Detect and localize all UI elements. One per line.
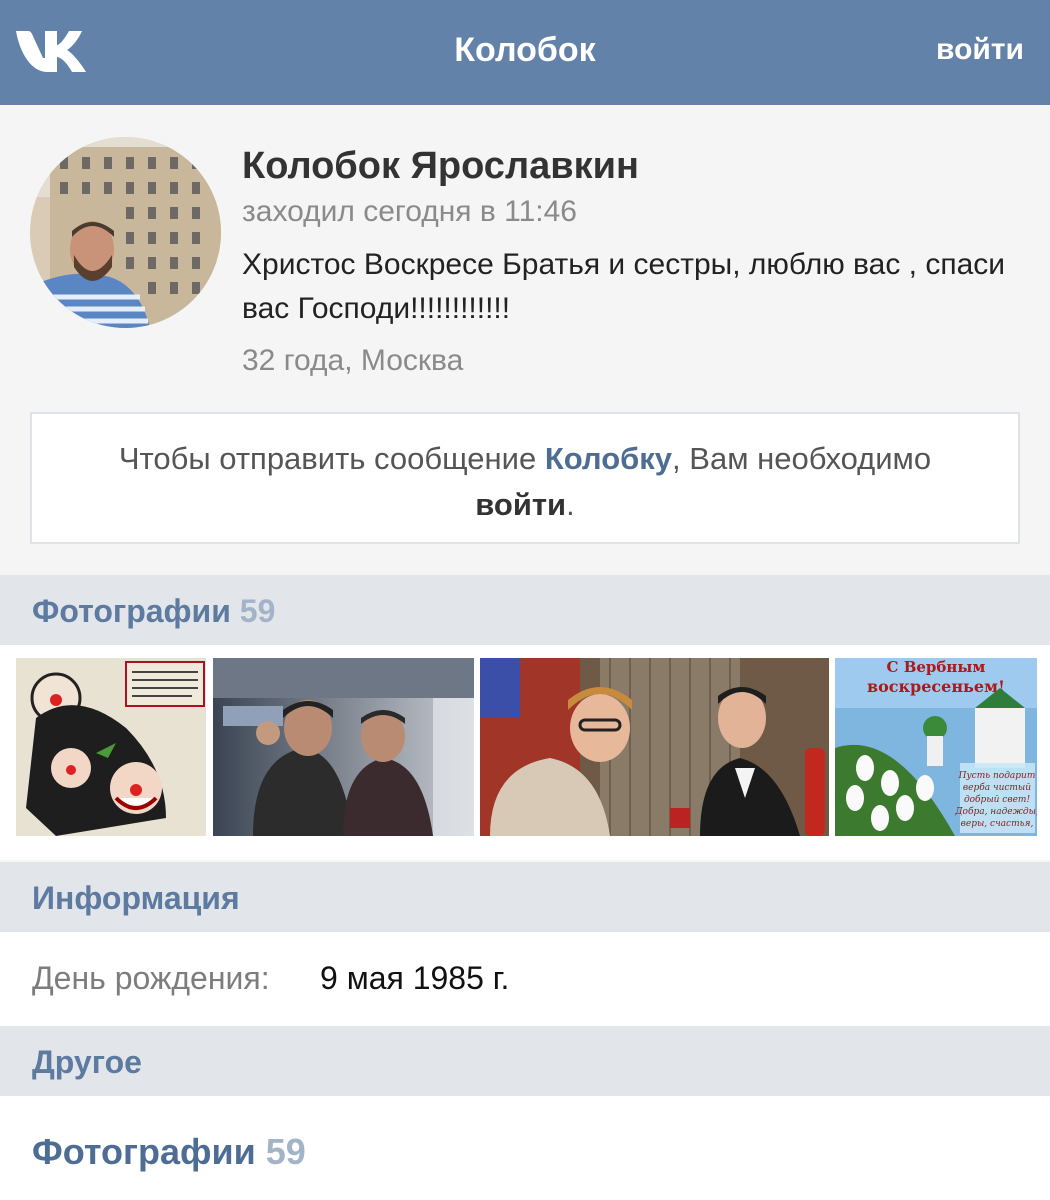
profile-status-text: Христос Воскресе Братья и сестры, люблю … <box>242 248 1006 325</box>
avatar[interactable] <box>30 137 221 328</box>
photos-title: Фотографии <box>32 593 231 629</box>
greeting-line: Пусть подарит <box>958 771 1036 781</box>
info-section-header: Информация <box>0 862 1050 932</box>
login-button[interactable]: войти <box>936 30 1024 70</box>
section-title: Фотографии 59 <box>32 591 275 631</box>
svg-text:С Вербным: С Вербным <box>887 658 986 676</box>
notice-text: , Вам необходимо <box>672 441 932 476</box>
login-to-message-notice: Чтобы отправить сообщение Колобку, Вам н… <box>30 412 1020 544</box>
birthday-row: День рождения: 9 мая 1985 г. <box>0 932 1050 1026</box>
page-title: Колобок <box>454 31 596 69</box>
section-title: Информация <box>32 880 240 916</box>
profile-name: Колобок Ярославкин <box>242 145 639 187</box>
greeting-line: веры, счастья, <box>961 819 1034 829</box>
other-photos-label[interactable]: Фотографии 59 <box>32 1130 306 1174</box>
notice-text: Чтобы отправить сообщение <box>118 441 545 476</box>
photo-thumbnail[interactable] <box>16 658 206 836</box>
svg-text:воскресеньем!: воскресеньем! <box>867 677 1005 696</box>
recipient-name-link[interactable]: Колобку <box>545 441 672 476</box>
other-photos-title: Фотографии <box>32 1131 256 1172</box>
greeting-line: Добра, надежды, <box>954 806 1037 817</box>
other-photos-count: 59 <box>265 1131 306 1172</box>
top-navigation-bar: Колобок войти <box>0 0 1050 105</box>
age-city: 32 года, Москва <box>242 344 464 377</box>
photos-section-header[interactable]: Фотографии 59 <box>0 575 1050 645</box>
notice-text: . <box>566 487 575 522</box>
last-seen-status: заходил сегодня в 11:46 <box>242 195 577 228</box>
photo-thumbnail[interactable] <box>213 658 474 836</box>
photo-thumbnail[interactable]: С Вербным воскресеньем! Пусть подарит ве… <box>835 658 1037 836</box>
section-title: Другое <box>32 1044 142 1080</box>
greeting-line: добрый свет! <box>964 794 1031 805</box>
greeting-line: верба чистый <box>963 782 1031 793</box>
photo-thumbnail[interactable] <box>480 658 829 836</box>
birthday-label: День рождения: <box>32 960 270 996</box>
other-photos-link[interactable]: Фотографии 59 <box>0 1096 1050 1200</box>
profile-header: Колобок Ярославкин заходил сегодня в 11:… <box>0 105 1050 575</box>
notice-login-link[interactable]: войти <box>475 487 566 522</box>
photos-count: 59 <box>239 593 276 629</box>
photos-strip: С Вербным воскресеньем! Пусть подарит ве… <box>0 645 1050 860</box>
other-section-header: Другое <box>0 1026 1050 1096</box>
birthday-value: 9 мая 1985 г. <box>320 960 510 996</box>
